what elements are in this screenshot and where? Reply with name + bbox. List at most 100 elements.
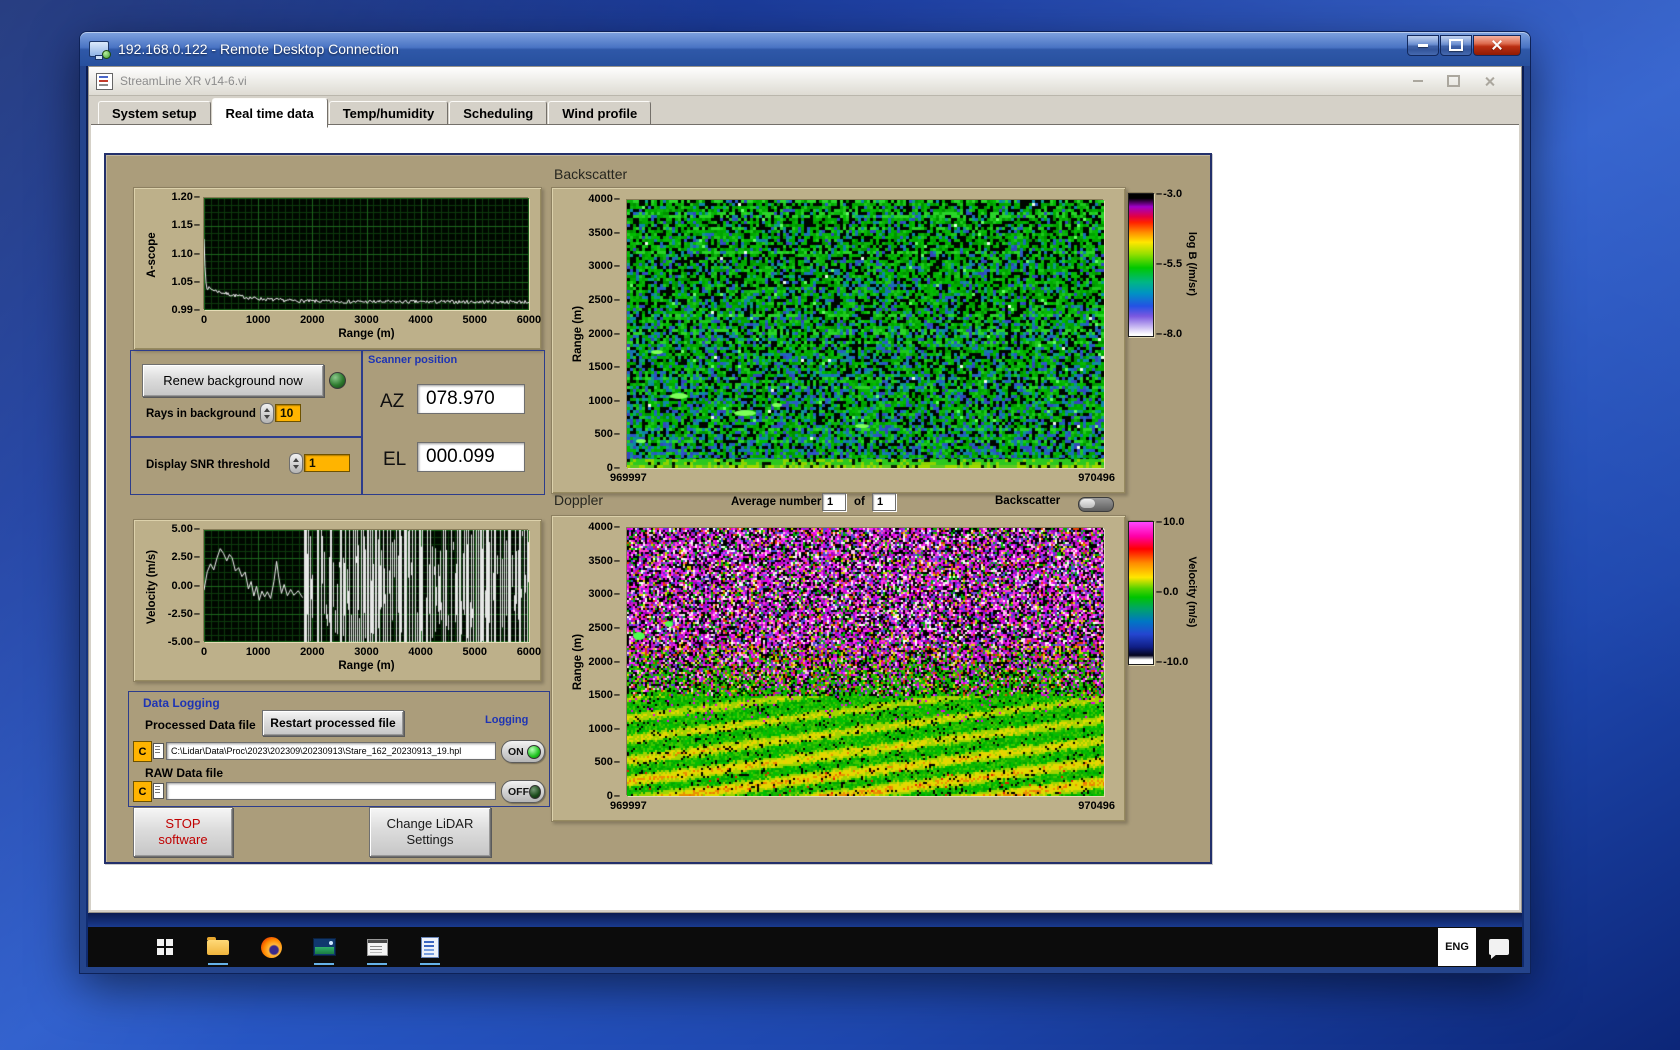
average-number-field[interactable]: 1 <box>822 493 846 511</box>
tick-label: 1000 <box>588 723 620 735</box>
tick-label: -3.0 <box>1156 188 1182 200</box>
app-restore-button[interactable] <box>1447 75 1460 87</box>
tick-label: 0 <box>200 646 208 658</box>
tick-label: 0.00 <box>171 580 200 592</box>
backscatter-x-range: 969997 970496 <box>610 472 1115 484</box>
data-logging-title: Data Logging <box>143 696 220 710</box>
tick-label: 0 <box>200 314 208 326</box>
language-indicator[interactable]: ENG <box>1438 928 1476 966</box>
backscatter-x-start: 969997 <box>610 472 647 484</box>
snr-spinner[interactable] <box>289 453 303 474</box>
restart-processed-file-button[interactable]: Restart processed file <box>262 710 404 736</box>
backscatter-title: Backscatter <box>554 166 628 182</box>
tab-real-time-data[interactable]: Real time data <box>211 98 328 128</box>
average-total-field[interactable]: 1 <box>872 493 896 511</box>
firefox-icon[interactable] <box>258 927 284 967</box>
raw-toggle-label: OFF <box>508 785 529 798</box>
minimize-button[interactable] <box>1407 34 1439 56</box>
tick-label: 5000 <box>462 314 488 326</box>
snr-group: Display SNR threshold 1 <box>130 437 363 495</box>
rdp-window-title: 192.168.0.122 - Remote Desktop Connectio… <box>118 41 399 57</box>
display-snr-threshold-label: Display SNR threshold <box>146 459 270 471</box>
rdp-titlebar[interactable]: 192.168.0.122 - Remote Desktop Connectio… <box>80 32 1530 66</box>
raw-toggle-lamp <box>529 784 541 799</box>
renew-background-button[interactable]: Renew background now <box>142 364 324 397</box>
snr-value-field[interactable]: 1 <box>304 454 350 472</box>
az-label: AZ <box>380 391 405 412</box>
tick-label: 3000 <box>588 589 620 600</box>
processed-path-field[interactable]: C:\Lidar\Data\Proc\2023\202309\20230913\… <box>166 742 496 760</box>
backscatter-colorbar <box>1128 193 1154 337</box>
raw-drive-letter[interactable]: C <box>133 781 152 802</box>
tick-label: 3000 <box>354 314 379 326</box>
rays-spinner[interactable] <box>260 403 274 424</box>
file-explorer-icon[interactable] <box>205 927 231 967</box>
stop-software-button[interactable]: STOP software <box>133 807 233 857</box>
stop-line1: STOP <box>165 816 201 831</box>
close-button[interactable] <box>1473 34 1521 56</box>
ascope-x-axis-label: Range (m) <box>338 328 395 340</box>
tick-label: 1000 <box>588 395 620 407</box>
backscatter-toggle-label: Backscatter <box>995 495 1061 507</box>
velocity-y-axis-label: Velocity (m/s) <box>146 549 158 625</box>
doppler-plot <box>627 528 1104 796</box>
change-line1: Change LiDAR <box>386 816 474 831</box>
tick-label: 0.0 <box>1156 586 1178 598</box>
streamline-window: StreamLine XR v14-6.vi System setup Real… <box>88 66 1522 913</box>
display-app-icon[interactable] <box>311 927 337 967</box>
tick-label: 10.0 <box>1156 516 1184 528</box>
tick-label: -5.5 <box>1156 258 1182 270</box>
tick-label: -2.50 <box>168 608 200 620</box>
tick-label: 500 <box>595 757 620 768</box>
desktop: 192.168.0.122 - Remote Desktop Connectio… <box>0 0 1680 1050</box>
doppler-graph: Range (m) 400035003000250020001500100050… <box>551 515 1126 822</box>
processed-drive-letter[interactable]: C <box>133 741 152 762</box>
raw-path-field[interactable] <box>166 782 496 800</box>
ascope-plot <box>204 198 529 310</box>
doppler-colorbar-ticks: 10.0 0.0 -10.0 <box>1156 516 1188 668</box>
az-value-field: 078.970 <box>417 384 525 414</box>
backscatter-y-ticks: 40003500300025002000150010005000 <box>578 194 620 474</box>
document-app-icon[interactable] <box>417 927 443 967</box>
velocity-x-axis-label: Range (m) <box>338 660 395 672</box>
remote-desktop-area: StreamLine XR v14-6.vi System setup Real… <box>86 66 1524 967</box>
remote-desktop-strip <box>88 913 1522 927</box>
processed-toggle-lamp <box>527 744 541 759</box>
app-titlebar[interactable]: StreamLine XR v14-6.vi <box>89 67 1521 96</box>
backscatter-colorbar-label: log B (/m/sr) <box>1186 231 1198 297</box>
renew-led-indicator <box>329 372 346 389</box>
of-label: of <box>854 496 865 508</box>
doppler-x-end: 970496 <box>1078 800 1115 812</box>
processed-path-type-icon[interactable] <box>153 743 164 759</box>
tick-label: 1500 <box>588 690 620 701</box>
maximize-button[interactable] <box>1440 34 1472 56</box>
doppler-title: Doppler <box>554 492 604 508</box>
ascope-y-ticks: 1.201.151.101.050.99 <box>162 192 200 316</box>
rays-value-field[interactable]: 10 <box>275 404 301 422</box>
doppler-x-start: 969997 <box>610 800 647 812</box>
tick-label: 5.00 <box>171 524 200 535</box>
backscatter-doppler-switch[interactable] <box>1078 497 1114 512</box>
raw-path-type-icon[interactable] <box>153 783 164 799</box>
tick-label: 2.50 <box>171 552 200 563</box>
notification-icon[interactable] <box>1489 939 1509 959</box>
tick-label: 6000 <box>516 314 542 326</box>
processed-logging-toggle[interactable]: ON <box>501 740 545 763</box>
el-label: EL <box>383 449 407 470</box>
el-value-field: 000.099 <box>417 442 525 472</box>
tick-label: 1.10 <box>171 248 200 260</box>
average-number-label: Average number <box>731 496 822 508</box>
velocity-plot <box>204 530 529 642</box>
doppler-colorbar <box>1128 521 1154 665</box>
tick-label: 1.05 <box>171 276 200 288</box>
change-lidar-settings-button[interactable]: Change LiDAR Settings <box>369 807 491 857</box>
scan-scheduler-icon[interactable] <box>364 927 390 967</box>
start-icon[interactable] <box>152 927 178 967</box>
raw-data-file-label: RAW Data file <box>145 766 224 780</box>
taskbar: ENG <box>88 927 1522 967</box>
raw-logging-toggle[interactable]: OFF <box>501 780 545 803</box>
app-close-button[interactable] <box>1484 76 1495 87</box>
tick-label: 3500 <box>588 227 620 239</box>
app-minimize-button[interactable] <box>1413 80 1423 82</box>
scanner-position-group: Scanner position AZ 078.970 EL 000.099 <box>361 350 545 495</box>
